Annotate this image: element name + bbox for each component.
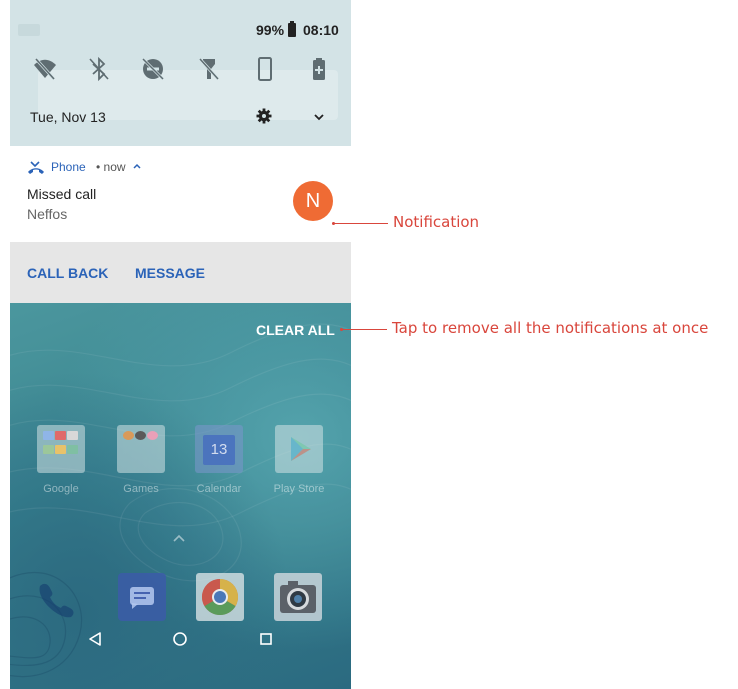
app-label: Google [43, 483, 79, 495]
callout-notification: Notification [393, 213, 480, 231]
notification-time: • now [96, 160, 126, 174]
gear-icon[interactable] [256, 108, 272, 124]
camera-dock-icon[interactable] [274, 573, 322, 621]
google-folder-icon [37, 425, 85, 473]
play-store-icon [275, 425, 323, 473]
chrome-dock-icon[interactable] [196, 573, 244, 621]
do-not-disturb-off-icon[interactable] [140, 56, 166, 82]
app-calendar[interactable]: 13 Calendar [188, 425, 250, 495]
phone-screen: Google Games 13 Calendar Play Store 99% … [10, 0, 351, 689]
rotation-portrait-icon[interactable] [252, 56, 278, 82]
callout-line-clear-all [342, 329, 387, 330]
battery-percent: 99% [256, 22, 285, 38]
flashlight-off-icon[interactable] [196, 56, 222, 82]
battery-icon [288, 21, 296, 37]
quick-settings-shade: 99% 08:10 Tue, Nov 13 [10, 0, 351, 146]
missed-call-notification[interactable]: Phone • now Missed call Neffos N [10, 146, 351, 242]
calendar-icon: 13 [195, 425, 243, 473]
missed-call-icon [28, 161, 44, 174]
battery-saver-icon[interactable] [306, 56, 332, 82]
app-drawer-arrow-icon[interactable] [172, 533, 186, 543]
notification-app-name: Phone [51, 160, 86, 174]
bluetooth-off-icon[interactable] [86, 56, 112, 82]
wifi-off-icon[interactable] [32, 56, 58, 82]
notification-title: Missed call [27, 186, 97, 202]
app-play-store[interactable]: Play Store [268, 425, 330, 495]
clear-all-button[interactable]: CLEAR ALL [256, 322, 335, 338]
navigation-bar [10, 620, 351, 660]
app-google-folder[interactable]: Google [30, 425, 92, 495]
callout-clear-all: Tap to remove all the notifications at o… [392, 319, 709, 337]
notification-actions: CALL BACK MESSAGE [10, 242, 351, 303]
call-back-button[interactable]: CALL BACK [27, 265, 108, 281]
chevron-down-icon[interactable] [312, 110, 326, 124]
app-label: Play Store [273, 483, 325, 495]
status-indicator [18, 24, 40, 36]
back-icon[interactable] [86, 630, 104, 648]
phone-dock-icon[interactable] [30, 572, 78, 620]
app-label: Calendar [196, 483, 242, 495]
home-icon[interactable] [171, 630, 189, 648]
notification-text: Neffos [27, 206, 68, 222]
callout-line-notification [334, 223, 388, 224]
chevron-up-icon[interactable] [132, 161, 142, 171]
app-label: Games [123, 483, 159, 495]
recents-icon[interactable] [257, 630, 275, 648]
quick-settings-row [10, 56, 351, 84]
status-clock: 08:10 [303, 22, 339, 38]
shade-date: Tue, Nov 13 [30, 109, 106, 125]
messages-dock-icon[interactable] [118, 573, 166, 621]
games-folder-icon [117, 425, 165, 473]
message-button[interactable]: MESSAGE [135, 265, 205, 281]
avatar: N [293, 181, 333, 221]
status-bar: 99% 08:10 [10, 0, 351, 40]
app-games-folder[interactable]: Games [110, 425, 172, 495]
